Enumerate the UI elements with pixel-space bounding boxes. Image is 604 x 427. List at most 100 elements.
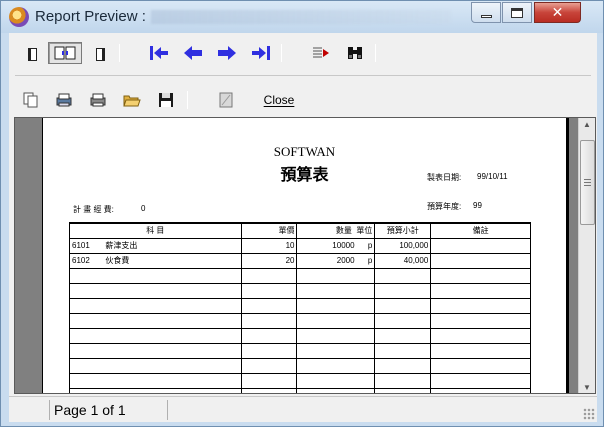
thumb-grip: [584, 185, 591, 186]
table-row: 6101 薪津支出 10 10000 p 100,000: [69, 237, 531, 254]
column-header: 預算小計: [374, 222, 432, 239]
report-preview-window: Report Preview : ✕ Close SOFTWAN 預算表 製表日…: [0, 0, 604, 427]
toolbar-divider: [15, 75, 591, 76]
empty-cell: [296, 342, 376, 359]
arrow-left-icon: [184, 46, 202, 60]
previous-page-button[interactable]: [181, 42, 205, 64]
empty-cell: [430, 387, 531, 393]
empty-cell: [240, 282, 298, 299]
scroll-down-icon[interactable]: ▼: [583, 383, 591, 392]
empty-table-row: [69, 357, 531, 374]
arrow-right-icon: [218, 46, 236, 60]
column-header: 科 目: [69, 222, 242, 239]
maximize-icon: [511, 7, 523, 18]
table-header-row: 科 目 單價 數量 單位 預算小計 備註: [69, 222, 531, 239]
maximize-button[interactable]: [502, 2, 532, 23]
qty-value: 2000: [336, 256, 355, 265]
printer-setup-icon: [56, 93, 72, 107]
empty-cell: [374, 282, 432, 299]
empty-cell: [240, 327, 298, 344]
document-icon: [219, 92, 233, 108]
empty-cell: [240, 267, 298, 284]
printer-icon: [90, 93, 106, 107]
printer-setup-button[interactable]: [53, 89, 75, 111]
single-page-view-button[interactable]: [21, 43, 43, 65]
navigation-toolbar: [9, 33, 597, 73]
empty-cell: [69, 312, 242, 329]
unit-value: p: [367, 241, 373, 250]
empty-cell: [374, 312, 432, 329]
export-button[interactable]: [215, 89, 237, 111]
empty-cell: [374, 297, 432, 314]
last-page-button[interactable]: [249, 42, 273, 64]
empty-cell: [296, 312, 376, 329]
vertical-scrollbar[interactable]: ▲ ▼: [578, 118, 595, 393]
empty-cell: [430, 372, 531, 389]
account-cell: 6101 薪津支出: [69, 237, 242, 254]
account-code: 6102: [72, 256, 90, 265]
close-preview-button[interactable]: Close: [259, 89, 299, 111]
plan-budget-label: 計 畫 經 費:: [73, 205, 114, 214]
preview-area[interactable]: SOFTWAN 預算表 製表日期: 99/10/11 預算年度: 99 計 畫 …: [14, 117, 596, 394]
title-bar[interactable]: Report Preview : ✕: [1, 1, 603, 33]
empty-cell: [374, 342, 432, 359]
account-cell: 6102 伙食費: [69, 252, 242, 269]
empty-table-row: [69, 342, 531, 359]
minimize-icon: [480, 15, 492, 18]
empty-cell: [374, 327, 432, 344]
account-name: 伙食費: [105, 256, 130, 265]
print-button[interactable]: [87, 89, 109, 111]
open-button[interactable]: [121, 89, 143, 111]
empty-cell: [240, 342, 298, 359]
arrow-to-first-icon: [150, 46, 168, 60]
empty-cell: [296, 297, 376, 314]
scroll-thumb[interactable]: [580, 140, 595, 225]
goto-page-button[interactable]: [309, 42, 333, 64]
empty-cell: [296, 372, 376, 389]
two-page-view-button[interactable]: [48, 42, 82, 64]
status-bar: Page 1 of 1: [9, 396, 597, 422]
empty-cell: [240, 312, 298, 329]
account-name: 薪津支出: [105, 241, 138, 250]
toolbar-separator: [187, 91, 188, 109]
empty-table-row: [69, 297, 531, 314]
close-window-button[interactable]: ✕: [534, 2, 581, 23]
column-header: 數量 單位: [296, 222, 376, 239]
empty-cell: [69, 282, 242, 299]
app-icon[interactable]: [9, 7, 29, 27]
empty-cell: [240, 357, 298, 374]
resize-grip-icon[interactable]: [583, 408, 595, 420]
account-code: 6101: [72, 241, 90, 250]
empty-cell: [69, 372, 242, 389]
next-page-button[interactable]: [215, 42, 239, 64]
client-area: Close SOFTWAN 預算表 製表日期: 99/10/11 預算年度: 9…: [9, 33, 597, 422]
copy-button[interactable]: [20, 89, 42, 111]
budget-year-value: 99: [473, 201, 482, 210]
toolbar-separator: [119, 44, 120, 62]
empty-cell: [374, 387, 432, 393]
copy-pages-icon: [23, 92, 38, 108]
thumb-grip: [584, 179, 591, 180]
save-button[interactable]: [155, 89, 177, 111]
minimize-button[interactable]: [471, 2, 501, 23]
window-title: Report Preview :: [35, 8, 146, 25]
empty-table-row: [69, 387, 531, 393]
close-label: Close: [263, 93, 295, 107]
page-width-button[interactable]: [89, 43, 111, 65]
report-date-value: 99/10/11: [477, 172, 508, 181]
subtotal-cell: 40,000: [374, 252, 432, 269]
column-header: 備註: [430, 222, 531, 239]
empty-cell: [430, 357, 531, 374]
empty-cell: [69, 342, 242, 359]
table-row: 6102 伙食費 20 2000 p 40,000: [69, 252, 531, 269]
scroll-up-icon[interactable]: ▲: [583, 120, 591, 129]
page-left-icon: [27, 47, 37, 61]
empty-table-row: [69, 267, 531, 284]
empty-cell: [430, 297, 531, 314]
column-header: 單價: [240, 222, 298, 239]
empty-cell: [69, 297, 242, 314]
first-page-button[interactable]: [147, 42, 171, 64]
find-button[interactable]: [343, 42, 367, 64]
empty-cell: [69, 267, 242, 284]
floppy-disk-icon: [159, 93, 173, 107]
